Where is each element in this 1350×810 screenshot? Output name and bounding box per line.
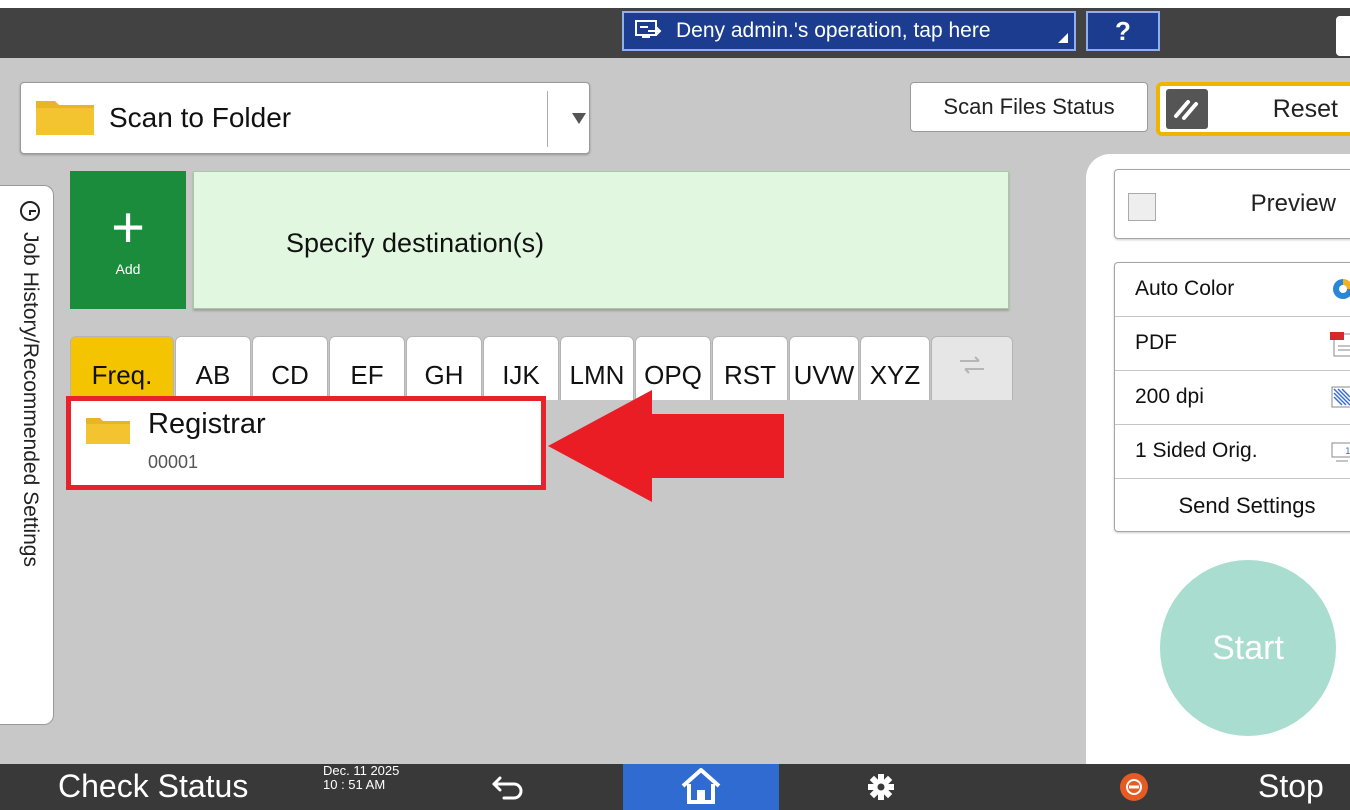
home-icon (679, 766, 723, 809)
main-area: Scan to Folder Scan Files Status Reset J… (0, 58, 1350, 766)
red-arrow-annotation (548, 390, 788, 507)
setting-color-mode[interactable]: Auto Color (1115, 263, 1350, 317)
tab-freq[interactable]: Freq. (70, 336, 174, 400)
deny-admin-operation-label: Deny admin.'s operation, tap here (676, 19, 991, 42)
send-settings-button[interactable]: Send Settings (1115, 479, 1350, 533)
tab-uvw[interactable]: UVW (789, 336, 859, 400)
reset-label: Reset (1272, 94, 1338, 123)
preview-checkbox[interactable] (1128, 193, 1156, 221)
stop-button[interactable]: Stop (1258, 768, 1324, 805)
start-button[interactable]: Start (1160, 560, 1336, 736)
mode-label: Scan to Folder (109, 102, 292, 133)
job-history-tab-content: Job History/Recommended Settings (18, 200, 42, 567)
remote-operation-icon (634, 19, 662, 43)
gear-icon[interactable] (866, 772, 896, 807)
bottom-bar: Check Status Dec. 11 2025 10 : 51 AM Sto… (0, 764, 1350, 810)
tab-xyz[interactable]: XYZ (860, 336, 930, 400)
mode-selector[interactable]: Scan to Folder (20, 82, 590, 154)
resolution-icon (1330, 384, 1350, 416)
job-history-tab[interactable]: Job History/Recommended Settings (0, 185, 54, 725)
top-strip (0, 0, 1350, 8)
setting-resolution[interactable]: 200 dpi (1115, 371, 1350, 425)
mode-divider (547, 91, 548, 147)
check-status-button[interactable]: Check Status (58, 768, 248, 805)
home-button[interactable] (623, 764, 779, 810)
index-tabs: Freq. AB CD EF GH IJK LMN OPQ RST UVW XY… (70, 336, 1014, 400)
tab-gh[interactable]: GH (406, 336, 482, 400)
plus-icon: + (111, 195, 145, 260)
folder-icon (35, 96, 95, 141)
job-history-label: Job History/Recommended Settings (19, 232, 42, 567)
color-mode-icon (1330, 276, 1350, 308)
svg-text:1: 1 (1345, 447, 1350, 457)
clock-icon (19, 200, 41, 222)
date-label: Dec. 11 2025 (323, 763, 400, 778)
preview-toggle[interactable]: Preview (1114, 169, 1350, 239)
setting-file-type[interactable]: PDF (1115, 317, 1350, 371)
top-bar: Deny admin.'s operation, tap here ? (0, 8, 1350, 58)
setting-label: 200 dpi (1135, 385, 1204, 408)
date-time: Dec. 11 2025 10 : 51 AM (323, 764, 399, 792)
setting-label: PDF (1135, 331, 1177, 354)
pdf-file-icon (1330, 330, 1350, 364)
reset-icon (1166, 89, 1208, 129)
add-label: Add (115, 261, 141, 277)
destination-field[interactable]: Specify destination(s) (193, 171, 1009, 309)
reset-button[interactable]: Reset (1156, 82, 1350, 136)
scan-files-status-button[interactable]: Scan Files Status (910, 82, 1148, 132)
destination-placeholder: Specify destination(s) (286, 228, 545, 258)
settings-panel: Preview Auto Color PDF 200 dpi 1 Sided O… (1086, 154, 1350, 766)
back-icon[interactable] (490, 770, 526, 807)
corner-triangle-icon (1058, 33, 1068, 43)
swap-icon (957, 353, 987, 384)
scan-settings-list: Auto Color PDF 200 dpi 1 Sided Orig. 1 S… (1114, 262, 1350, 532)
setting-label: Auto Color (1135, 277, 1235, 300)
swap-tabs-button[interactable] (931, 336, 1013, 400)
preview-label: Preview (1250, 190, 1336, 217)
highlight-box (66, 396, 546, 490)
tab-ab[interactable]: AB (175, 336, 251, 400)
help-button[interactable]: ? (1086, 11, 1160, 51)
tab-cd[interactable]: CD (252, 336, 328, 400)
setting-label: 1 Sided Orig. (1135, 439, 1258, 462)
stop-icon[interactable] (1120, 773, 1148, 801)
edge-panel (1336, 16, 1350, 56)
add-destination-button[interactable]: + Add (70, 171, 186, 309)
deny-admin-operation-button[interactable]: Deny admin.'s operation, tap here (622, 11, 1076, 51)
time-label: 10 : 51 AM (323, 777, 386, 792)
one-sided-icon: 1 (1330, 438, 1350, 470)
chevron-down-icon[interactable] (572, 113, 586, 124)
tab-ef[interactable]: EF (329, 336, 405, 400)
setting-original-sides[interactable]: 1 Sided Orig. 1 (1115, 425, 1350, 479)
screen: Deny admin.'s operation, tap here ? Scan… (0, 0, 1350, 810)
